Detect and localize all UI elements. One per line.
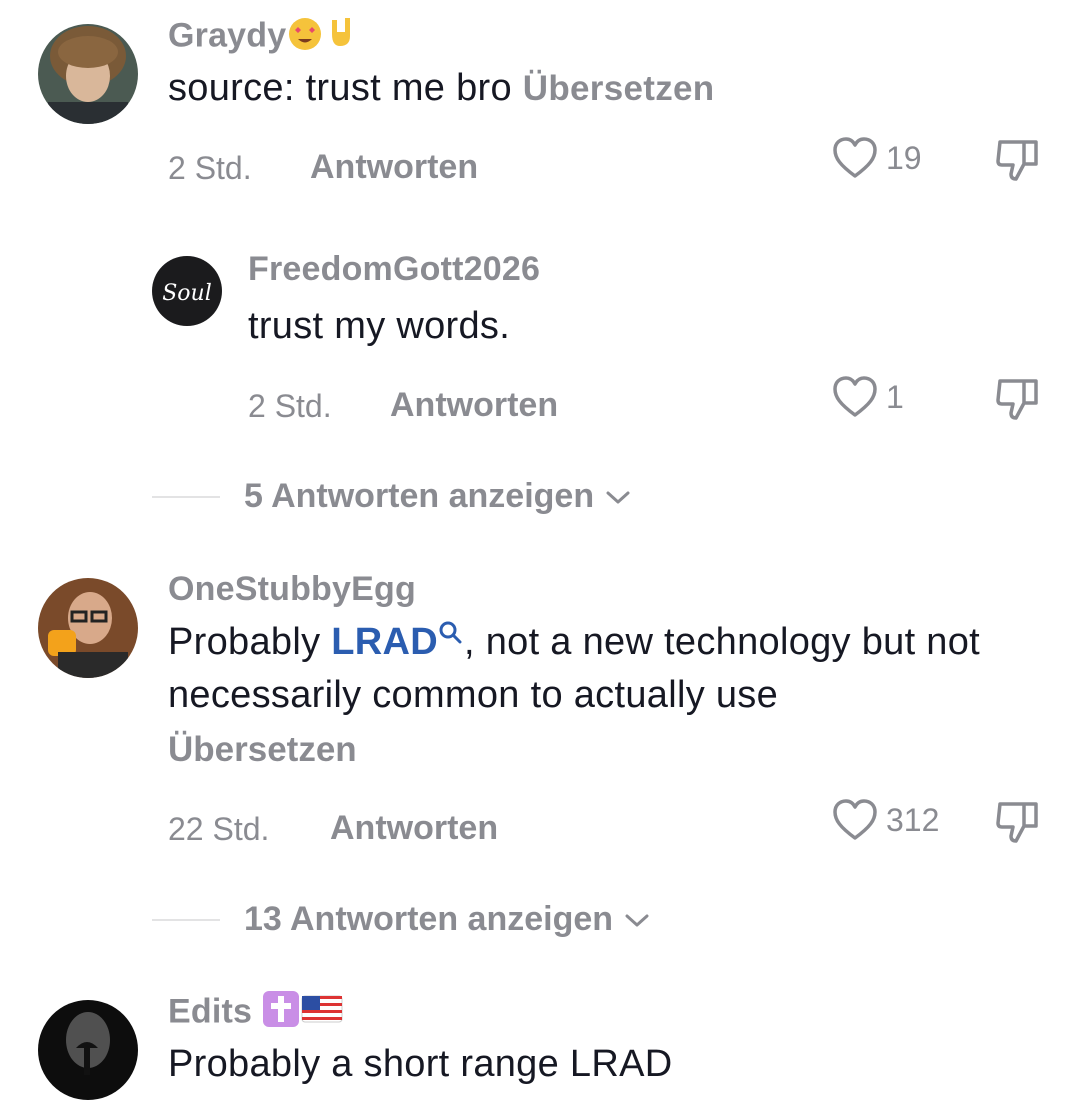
view-replies-label: 5 Antworten anzeigen: [244, 477, 595, 515]
comment-username[interactable]: Edits: [168, 990, 344, 1037]
view-replies-label: 13 Antworten anzeigen: [244, 900, 614, 938]
avatar[interactable]: Soul: [152, 256, 222, 326]
dislike-button[interactable]: [994, 375, 1042, 428]
dislike-button[interactable]: [994, 798, 1042, 851]
search-icon[interactable]: [438, 620, 464, 646]
reply-button[interactable]: Antworten: [330, 809, 498, 848]
reply-button[interactable]: Antworten: [390, 386, 558, 425]
comment-text: Probably LRAD, not a new technology but …: [168, 620, 981, 716]
view-replies-button[interactable]: 5 Antworten anzeigen: [152, 477, 632, 516]
comment-text: trust my words.: [248, 305, 511, 347]
avatar[interactable]: [38, 578, 138, 678]
latin-cross-emoji-icon: [262, 990, 300, 1037]
comment-timestamp: 2 Std.: [248, 388, 332, 424]
divider: [152, 495, 220, 498]
chevron-down-icon: [606, 491, 630, 503]
heart-outline-icon: [833, 137, 877, 178]
like-button[interactable]: 312: [832, 798, 939, 842]
rock-on-hand-emoji-icon: [324, 14, 362, 61]
translate-link[interactable]: Übersetzen: [168, 730, 357, 770]
heart-outline-icon: [833, 799, 877, 840]
comment-text: source: trust me bro Übersetzen: [168, 67, 715, 109]
like-button[interactable]: 1: [832, 375, 904, 419]
lrad-search-link[interactable]: LRAD: [331, 621, 438, 663]
like-button[interactable]: 19: [832, 136, 922, 180]
us-flag-emoji-icon: [300, 990, 344, 1037]
comment-timestamp: 2 Std.: [168, 150, 252, 186]
chevron-down-icon: [625, 914, 649, 926]
star-struck-emoji-icon: [286, 14, 324, 61]
comment-timestamp: 22 Std.: [168, 811, 270, 847]
like-count: 312: [886, 801, 940, 838]
divider: [152, 918, 220, 921]
translate-link[interactable]: Übersetzen: [523, 69, 715, 108]
comment-username[interactable]: Graydy: [168, 14, 362, 61]
comment-username[interactable]: FreedomGott2026: [248, 250, 540, 289]
like-count: 1: [886, 378, 904, 415]
dislike-button[interactable]: [994, 136, 1042, 189]
thumbs-down-icon: [996, 379, 1038, 420]
heart-outline-icon: [833, 376, 877, 417]
avatar[interactable]: [38, 24, 138, 124]
comment-username[interactable]: OneStubbyEgg: [168, 570, 416, 609]
like-count: 19: [886, 139, 922, 176]
thumbs-down-icon: [996, 140, 1038, 181]
view-replies-button[interactable]: 13 Antworten anzeigen: [152, 900, 651, 939]
thumbs-down-icon: [996, 802, 1038, 843]
avatar-soul-logo: Soul: [162, 281, 212, 306]
comment-text: Probably a short range LRAD: [168, 1043, 673, 1085]
avatar[interactable]: [38, 1000, 138, 1100]
reply-button[interactable]: Antworten: [310, 148, 478, 187]
